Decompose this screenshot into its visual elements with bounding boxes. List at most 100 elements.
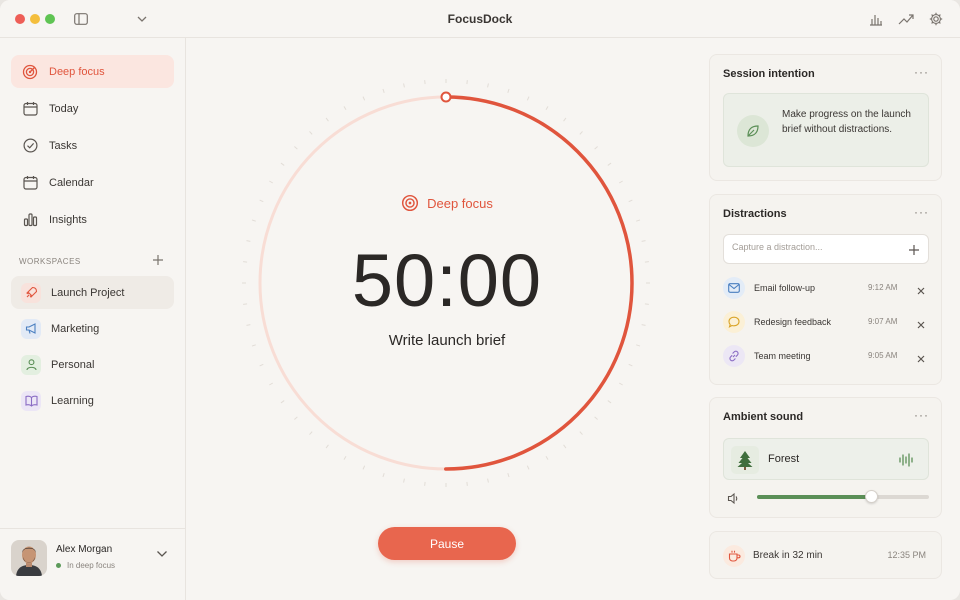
workspace-label: Learning xyxy=(51,394,94,407)
gear-icon[interactable] xyxy=(928,11,944,27)
calendar-icon xyxy=(21,100,39,118)
ring-tick xyxy=(403,478,405,483)
ring-tick xyxy=(294,416,298,420)
focus-mode-label: Deep focus xyxy=(186,194,708,212)
mail-icon xyxy=(723,277,745,299)
volume-slider[interactable] xyxy=(757,490,929,503)
intention-text: Make progress on the launch brief withou… xyxy=(782,109,911,135)
waveform-icon xyxy=(898,452,914,468)
workspaces-heading: WORKSPACES xyxy=(19,257,81,266)
nav-label: Insights xyxy=(49,213,87,226)
distraction-label: Team meeting xyxy=(754,351,811,361)
check-circle-icon xyxy=(21,137,39,155)
volume-slider-knob[interactable] xyxy=(864,490,878,503)
ring-tick xyxy=(607,400,612,404)
ring-tick xyxy=(526,96,530,101)
sound-selector[interactable]: Forest xyxy=(723,438,929,480)
distraction-time: 9:07 AM xyxy=(868,317,898,326)
person-icon xyxy=(21,354,41,375)
nav-label: Tasks xyxy=(49,139,78,152)
volume-icon[interactable] xyxy=(727,492,740,505)
ring-tick xyxy=(269,180,274,184)
intention-box[interactable]: Make progress on the launch brief withou… xyxy=(723,93,929,167)
focus-mode-text: Deep focus xyxy=(427,195,493,211)
add-distraction-button[interactable] xyxy=(908,243,920,255)
workspace-label: Launch Project xyxy=(51,286,125,299)
ring-tick xyxy=(280,400,285,404)
break-label: Break in 32 min xyxy=(753,550,823,561)
sidebar: Deep focus Today Tasks Calendar Insights xyxy=(0,38,186,600)
workspace-label: Personal xyxy=(51,358,95,371)
nav-item-deep-focus[interactable]: Deep focus xyxy=(11,55,174,88)
nav-item-tasks[interactable]: Tasks xyxy=(11,129,174,162)
distraction-item[interactable]: Redesign feedback 9:07 AM xyxy=(723,311,929,335)
user-name: Alex Morgan xyxy=(56,544,113,555)
close-icon[interactable] xyxy=(916,317,926,329)
chevron-down-icon[interactable] xyxy=(156,545,170,559)
focus-area: Deep focus 50:00 Write launch brief Paus… xyxy=(186,38,708,600)
distraction-time: 9:05 AM xyxy=(868,351,898,360)
nav-item-today[interactable]: Today xyxy=(11,92,174,125)
ring-tick xyxy=(526,465,530,470)
workspace-item-personal[interactable]: Personal xyxy=(11,348,174,381)
ring-tick xyxy=(563,117,567,122)
ring-tick xyxy=(246,324,251,326)
coffee-icon xyxy=(723,545,745,567)
bar-chart-icon[interactable] xyxy=(868,11,884,27)
more-options-button[interactable]: ··· xyxy=(914,66,929,78)
ring-tick xyxy=(251,219,256,222)
add-workspace-button[interactable] xyxy=(152,253,166,267)
ring-tick xyxy=(628,363,633,367)
ring-tick xyxy=(607,162,612,166)
ring-tick xyxy=(382,88,385,93)
ring-tick xyxy=(325,117,329,122)
ring-tick xyxy=(269,382,274,386)
more-options-button[interactable]: ··· xyxy=(914,409,929,421)
app-title: FocusDock xyxy=(447,12,513,26)
target-icon xyxy=(21,63,39,81)
more-options-button[interactable]: ··· xyxy=(914,206,929,218)
volume-slider-fill xyxy=(757,495,871,499)
ring-tick xyxy=(579,431,583,435)
distraction-item[interactable]: Team meeting 9:05 AM xyxy=(723,345,929,369)
ring-tick xyxy=(280,162,285,166)
ring-tick xyxy=(343,455,347,460)
ring-tick xyxy=(487,83,489,88)
distraction-time: 9:12 AM xyxy=(868,283,898,292)
sound-name: Forest xyxy=(768,453,800,465)
close-icon[interactable] xyxy=(916,283,926,295)
user-profile[interactable]: Alex Morgan In deep focus xyxy=(0,528,186,600)
ring-tick xyxy=(507,473,510,478)
megaphone-icon xyxy=(21,318,41,339)
link-icon xyxy=(723,345,745,367)
card-title: Ambient sound xyxy=(723,411,804,423)
ring-tick xyxy=(325,444,329,449)
nav-item-calendar[interactable]: Calendar xyxy=(11,166,174,199)
chat-icon xyxy=(723,311,745,333)
ring-tick xyxy=(563,444,567,449)
trend-icon[interactable] xyxy=(898,11,914,27)
card-title: Session intention xyxy=(723,68,815,80)
workspace-item-learning[interactable]: Learning xyxy=(11,384,174,417)
workspace-item-launch-project[interactable]: Launch Project xyxy=(11,276,174,309)
tree-icon xyxy=(731,446,759,474)
title-bar: FocusDock xyxy=(0,0,960,38)
session-intention-card: Session intention ··· Make progress on t… xyxy=(709,54,942,181)
nav-label: Today xyxy=(49,102,79,115)
break-time: 12:35 PM xyxy=(887,550,926,560)
workspace-item-marketing[interactable]: Marketing xyxy=(11,312,174,345)
close-icon[interactable] xyxy=(916,351,926,363)
nav-item-insights[interactable]: Insights xyxy=(11,203,174,236)
timer-display: 50:00 xyxy=(351,239,543,322)
ambient-sound-card: Ambient sound ··· Forest xyxy=(709,397,942,518)
distraction-input[interactable] xyxy=(732,242,902,252)
ring-tick xyxy=(594,416,598,420)
target-icon xyxy=(401,194,419,212)
ring-tick xyxy=(545,106,549,111)
nav-label: Deep focus xyxy=(49,65,105,78)
distraction-item[interactable]: Email follow-up 9:12 AM xyxy=(723,277,929,301)
pause-button[interactable]: Pause xyxy=(378,527,516,560)
ring-tick xyxy=(618,180,623,184)
ring-tick xyxy=(362,465,366,470)
ring-tick xyxy=(507,88,510,93)
